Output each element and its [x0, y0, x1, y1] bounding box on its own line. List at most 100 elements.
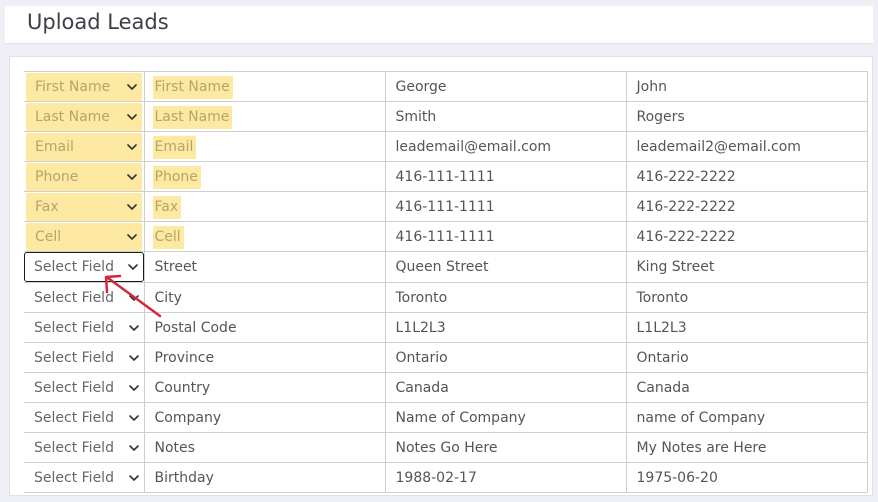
chevron-down-icon[interactable] — [128, 472, 140, 484]
field-select-value: Select Field — [34, 469, 114, 486]
column-label-cell: Last Name — [143, 101, 386, 132]
field-select[interactable]: Fax — [26, 192, 142, 221]
column-label-cell: Postal Code — [143, 312, 386, 343]
lead-2-value: John — [636, 78, 667, 95]
chevron-down-icon[interactable] — [128, 412, 140, 424]
value-cell: 416-222-2222 — [625, 191, 868, 222]
column-label: Birthday — [154, 469, 214, 486]
field-select-cell: Phone — [24, 161, 145, 192]
lead-2-value: My Notes are Here — [636, 439, 767, 456]
chevron-down-icon[interactable] — [126, 171, 138, 183]
value-cell: Ontario — [625, 342, 868, 373]
table-row: Last Name Last Name Smith Rogers — [24, 101, 868, 132]
leads-mapping-table: First Name First Name George John Last Name L… — [24, 71, 868, 493]
value-cell: Notes Go Here — [384, 432, 627, 463]
column-label: Company — [154, 409, 222, 426]
column-label: Province — [154, 349, 215, 366]
chevron-down-icon[interactable] — [126, 111, 138, 123]
chevron-down-icon[interactable] — [126, 231, 138, 243]
field-select[interactable]: Select Field — [25, 404, 143, 432]
field-select-cell: Select Field — [24, 312, 145, 343]
chevron-down-icon[interactable] — [126, 141, 138, 153]
table-row: Select Field Province Ontario Ontario — [24, 342, 868, 373]
chevron-down-icon[interactable] — [126, 201, 138, 213]
column-label-cell: Province — [143, 342, 386, 373]
field-select[interactable]: Select Field — [25, 434, 143, 462]
lead-1-value: Queen Street — [395, 259, 489, 275]
column-label-cell: Notes — [143, 432, 386, 463]
lead-2-value: 416-222-2222 — [636, 168, 736, 185]
field-select[interactable]: Cell — [26, 222, 142, 251]
page-title: Upload Leads — [27, 10, 169, 34]
value-cell: leademail@email.com — [384, 131, 627, 162]
value-cell: leademail2@email.com — [625, 131, 868, 162]
value-cell: Queen Street — [384, 251, 627, 283]
page-header: Upload Leads — [5, 6, 873, 44]
column-label: First Name — [152, 75, 233, 99]
field-select-cell: Select Field — [24, 432, 145, 463]
table-row: Cell Cell 416-111-1111 416-222-2222 — [24, 221, 868, 252]
chevron-down-icon[interactable] — [128, 442, 140, 454]
lead-1-value: Notes Go Here — [395, 439, 498, 456]
value-cell: Canada — [625, 372, 868, 403]
lead-1-value: Smith — [395, 108, 437, 125]
column-label-cell: Cell — [143, 221, 386, 252]
value-cell: George — [384, 71, 627, 102]
field-select[interactable]: Select Field — [25, 344, 143, 372]
value-cell: 416-222-2222 — [625, 161, 868, 192]
field-select[interactable]: Select Field — [25, 314, 143, 342]
lead-1-value: Name of Company — [395, 409, 526, 426]
field-select-value: Select Field — [34, 349, 114, 366]
field-select-value: Cell — [35, 228, 62, 245]
field-select-cell: Email — [24, 131, 145, 162]
table-row: Select Field Notes Notes Go Here My Notes a… — [24, 432, 868, 463]
lead-1-value: 1988-02-17 — [395, 469, 477, 486]
field-select-value: Select Field — [34, 289, 114, 306]
table-row: Select Field Company Name of Company name o… — [24, 402, 868, 433]
chevron-down-icon[interactable] — [127, 261, 139, 273]
column-label-cell: Email — [143, 131, 386, 162]
table-row: Select Field Street Queen Street King Stree… — [24, 251, 868, 283]
field-select[interactable]: Select Field — [24, 252, 143, 282]
lead-2-value: 1975-06-20 — [636, 469, 718, 486]
field-select-cell: First Name — [24, 71, 145, 102]
value-cell: 416-111-1111 — [384, 221, 627, 252]
lead-1-value: Toronto — [395, 289, 448, 306]
column-label-cell: Street — [143, 251, 386, 283]
table-row: Select Field Birthday 1988-02-17 1975-06-20 — [24, 462, 868, 493]
field-select-cell: Fax — [24, 191, 145, 222]
value-cell: Rogers — [625, 101, 868, 132]
column-label-cell: Fax — [143, 191, 386, 222]
field-select[interactable]: Last Name — [26, 102, 142, 131]
lead-2-value: L1L2L3 — [636, 319, 687, 336]
lead-1-value: Ontario — [395, 349, 448, 366]
column-label-cell: Phone — [143, 161, 386, 192]
field-select[interactable]: Select Field — [25, 464, 143, 492]
chevron-down-icon[interactable] — [128, 352, 140, 364]
field-select[interactable]: Email — [26, 132, 142, 161]
lead-1-value: L1L2L3 — [395, 319, 446, 336]
column-label: Phone — [152, 165, 201, 189]
table-row: Phone Phone 416-111-1111 416-222-2222 — [24, 161, 868, 192]
column-label: Notes — [154, 439, 195, 456]
value-cell: Toronto — [384, 282, 627, 313]
field-select[interactable]: First Name — [26, 72, 142, 101]
chevron-down-icon[interactable] — [126, 81, 138, 93]
field-select-value: Select Field — [34, 409, 114, 426]
table-row: Fax Fax 416-111-1111 416-222-2222 — [24, 191, 868, 222]
value-cell: Smith — [384, 101, 627, 132]
chevron-down-icon[interactable] — [128, 322, 140, 334]
field-select[interactable]: Select Field — [25, 284, 143, 312]
column-label: Last Name — [152, 105, 233, 129]
field-select[interactable]: Phone — [26, 162, 142, 191]
chevron-down-icon[interactable] — [128, 382, 140, 394]
column-label-cell: Company — [143, 402, 386, 433]
lead-2-value: leademail2@email.com — [636, 138, 801, 155]
lead-2-value: name of Company — [636, 409, 766, 426]
table-row: Email Email leademail@email.com leademail2@… — [24, 131, 868, 162]
chevron-down-icon[interactable] — [128, 292, 140, 304]
field-select-cell: Select Field — [24, 282, 145, 313]
field-select[interactable]: Select Field — [25, 374, 143, 402]
value-cell: King Street — [625, 251, 868, 283]
value-cell: 1975-06-20 — [625, 462, 868, 493]
